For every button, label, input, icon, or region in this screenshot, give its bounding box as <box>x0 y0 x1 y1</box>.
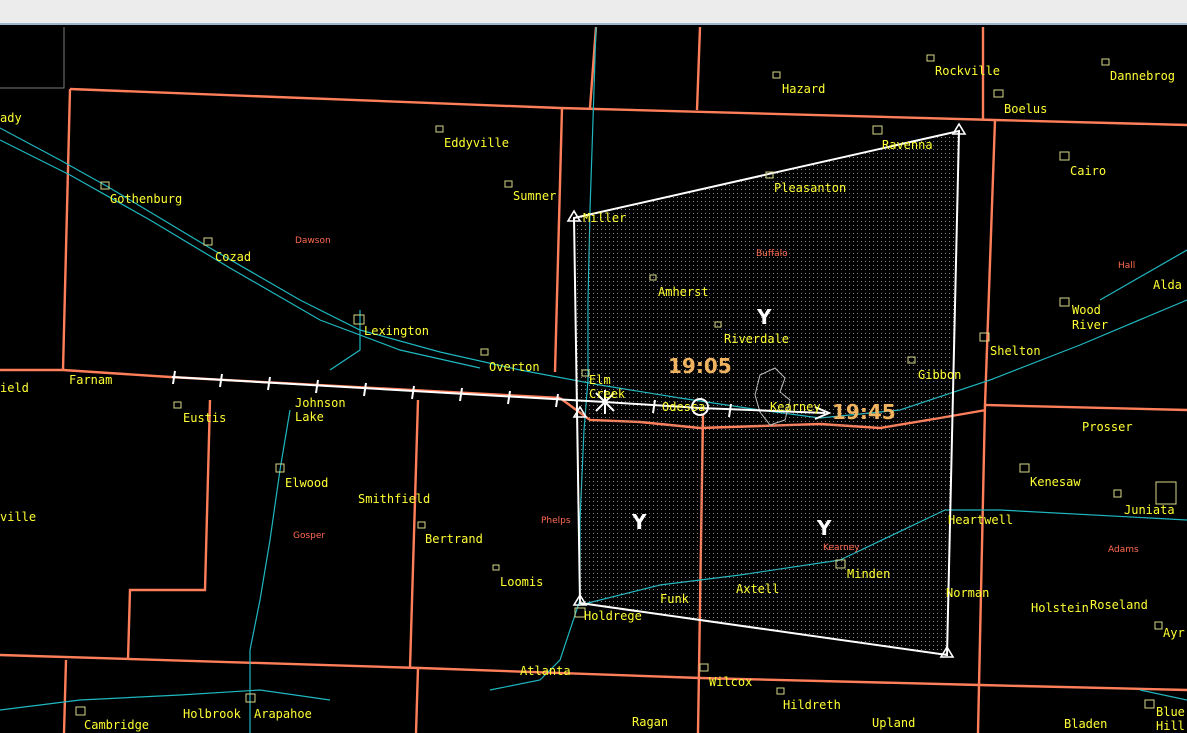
town-label-farnam: Farnam <box>69 373 112 387</box>
town-labels: ady Gothenburg Cozad Eddyville Sumner Mi… <box>0 64 1185 733</box>
town-label-shelton: Shelton <box>990 344 1041 358</box>
town-label-heartwell: Heartwell <box>948 513 1013 527</box>
town-label-creek: Creek <box>589 387 626 401</box>
county-label-kearney: Kearney <box>823 543 860 553</box>
town-label-river: River <box>1072 318 1108 332</box>
town-label-dannebrog: Dannebrog <box>1110 69 1175 83</box>
town-label-boelus: Boelus <box>1004 102 1047 116</box>
town-label-odessa: Odessa <box>662 400 705 414</box>
town-label-riverdale: Riverdale <box>724 332 789 346</box>
county-letter-buffalo: Y <box>756 305 772 329</box>
town-label-ragan: Ragan <box>632 715 668 729</box>
state-outline <box>0 27 65 89</box>
town-label-upland: Upland <box>872 716 915 730</box>
town-label-prosser: Prosser <box>1082 420 1133 434</box>
town-label-axtell: Axtell <box>736 582 779 596</box>
town-label-gibbon: Gibbon <box>918 368 961 382</box>
town-label-kearney: Kearney <box>770 400 821 414</box>
town-label-cambridge: Cambridge <box>84 718 149 732</box>
county-label-dawson: Dawson <box>295 236 331 246</box>
town-label-johnson: Johnson <box>295 396 346 410</box>
town-label-funk: Funk <box>660 592 690 606</box>
county-label-buffalo: Buffalo <box>756 249 788 259</box>
track-end-time: 19:45 <box>832 400 896 424</box>
county-label-phelps: Phelps <box>541 516 571 526</box>
county-letter-kearney: Y <box>816 516 832 540</box>
town-label-elm: Elm <box>589 373 611 387</box>
town-label-cozad: Cozad <box>215 250 251 264</box>
town-label-pleasanton: Pleasanton <box>774 181 846 195</box>
town-label-minden: Minden <box>847 567 890 581</box>
town-label-bertrand: Bertrand <box>425 532 483 546</box>
town-label-roseland: Roseland <box>1090 598 1148 612</box>
town-label-holdrege: Holdrege <box>584 609 642 623</box>
radar-map[interactable]: ady Gothenburg Cozad Eddyville Sumner Mi… <box>0 25 1187 733</box>
county-label-gosper: Gosper <box>293 531 325 541</box>
town-label-arapahoe: Arapahoe <box>254 707 312 721</box>
town-label-overton: Overton <box>489 360 540 374</box>
town-label-lake: Lake <box>295 410 324 424</box>
town-label-sumner: Sumner <box>513 189 556 203</box>
town-label-ayr: Ayr <box>1163 626 1185 640</box>
town-label-lexington: Lexington <box>364 324 429 338</box>
town-label-smithfield: Smithfield <box>358 492 430 506</box>
town-label-atlanta: Atlanta <box>520 664 571 678</box>
town-label-alda: Alda <box>1153 278 1182 292</box>
town-label-kenesaw: Kenesaw <box>1030 475 1081 489</box>
town-label-norman: Norman <box>946 586 989 600</box>
town-label-holbrook: Holbrook <box>183 707 242 721</box>
town-label-ravenna: Ravenna <box>882 138 933 152</box>
town-label-hill: Hill <box>1156 719 1185 733</box>
town-label-holstein: Holstein <box>1031 601 1089 615</box>
county-label-hall: Hall <box>1118 261 1135 271</box>
town-label-wilcox: Wilcox <box>709 675 752 689</box>
town-label-amherst: Amherst <box>658 285 709 299</box>
warning-polygon[interactable] <box>572 129 961 657</box>
town-label-ady: ady <box>0 111 22 125</box>
track-start-time: 19:05 <box>668 354 732 378</box>
town-label-ield: ield <box>0 381 29 395</box>
town-label-rockville: Rockville <box>935 64 1000 78</box>
town-label-cairo: Cairo <box>1070 164 1106 178</box>
county-letter-phelps: Y <box>631 510 647 534</box>
town-label-wood: Wood <box>1072 303 1101 317</box>
town-label-eddyville: Eddyville <box>444 136 509 150</box>
town-label-hildreth: Hildreth <box>783 698 841 712</box>
town-label-gothenburg: Gothenburg <box>110 192 182 206</box>
town-label-miller: Miller <box>583 211 626 225</box>
town-label-juniata: Juniata <box>1124 503 1175 517</box>
town-label-blue: Blue <box>1156 705 1185 719</box>
town-label-ville: ville <box>0 510 36 524</box>
town-label-loomis: Loomis <box>500 575 543 589</box>
county-label-adams: Adams <box>1108 545 1139 555</box>
window-toolbar <box>0 0 1187 25</box>
town-label-bladen: Bladen <box>1064 717 1107 731</box>
town-label-eustis: Eustis <box>183 411 226 425</box>
town-label-hazard: Hazard <box>782 82 825 96</box>
town-label-elwood: Elwood <box>285 476 328 490</box>
